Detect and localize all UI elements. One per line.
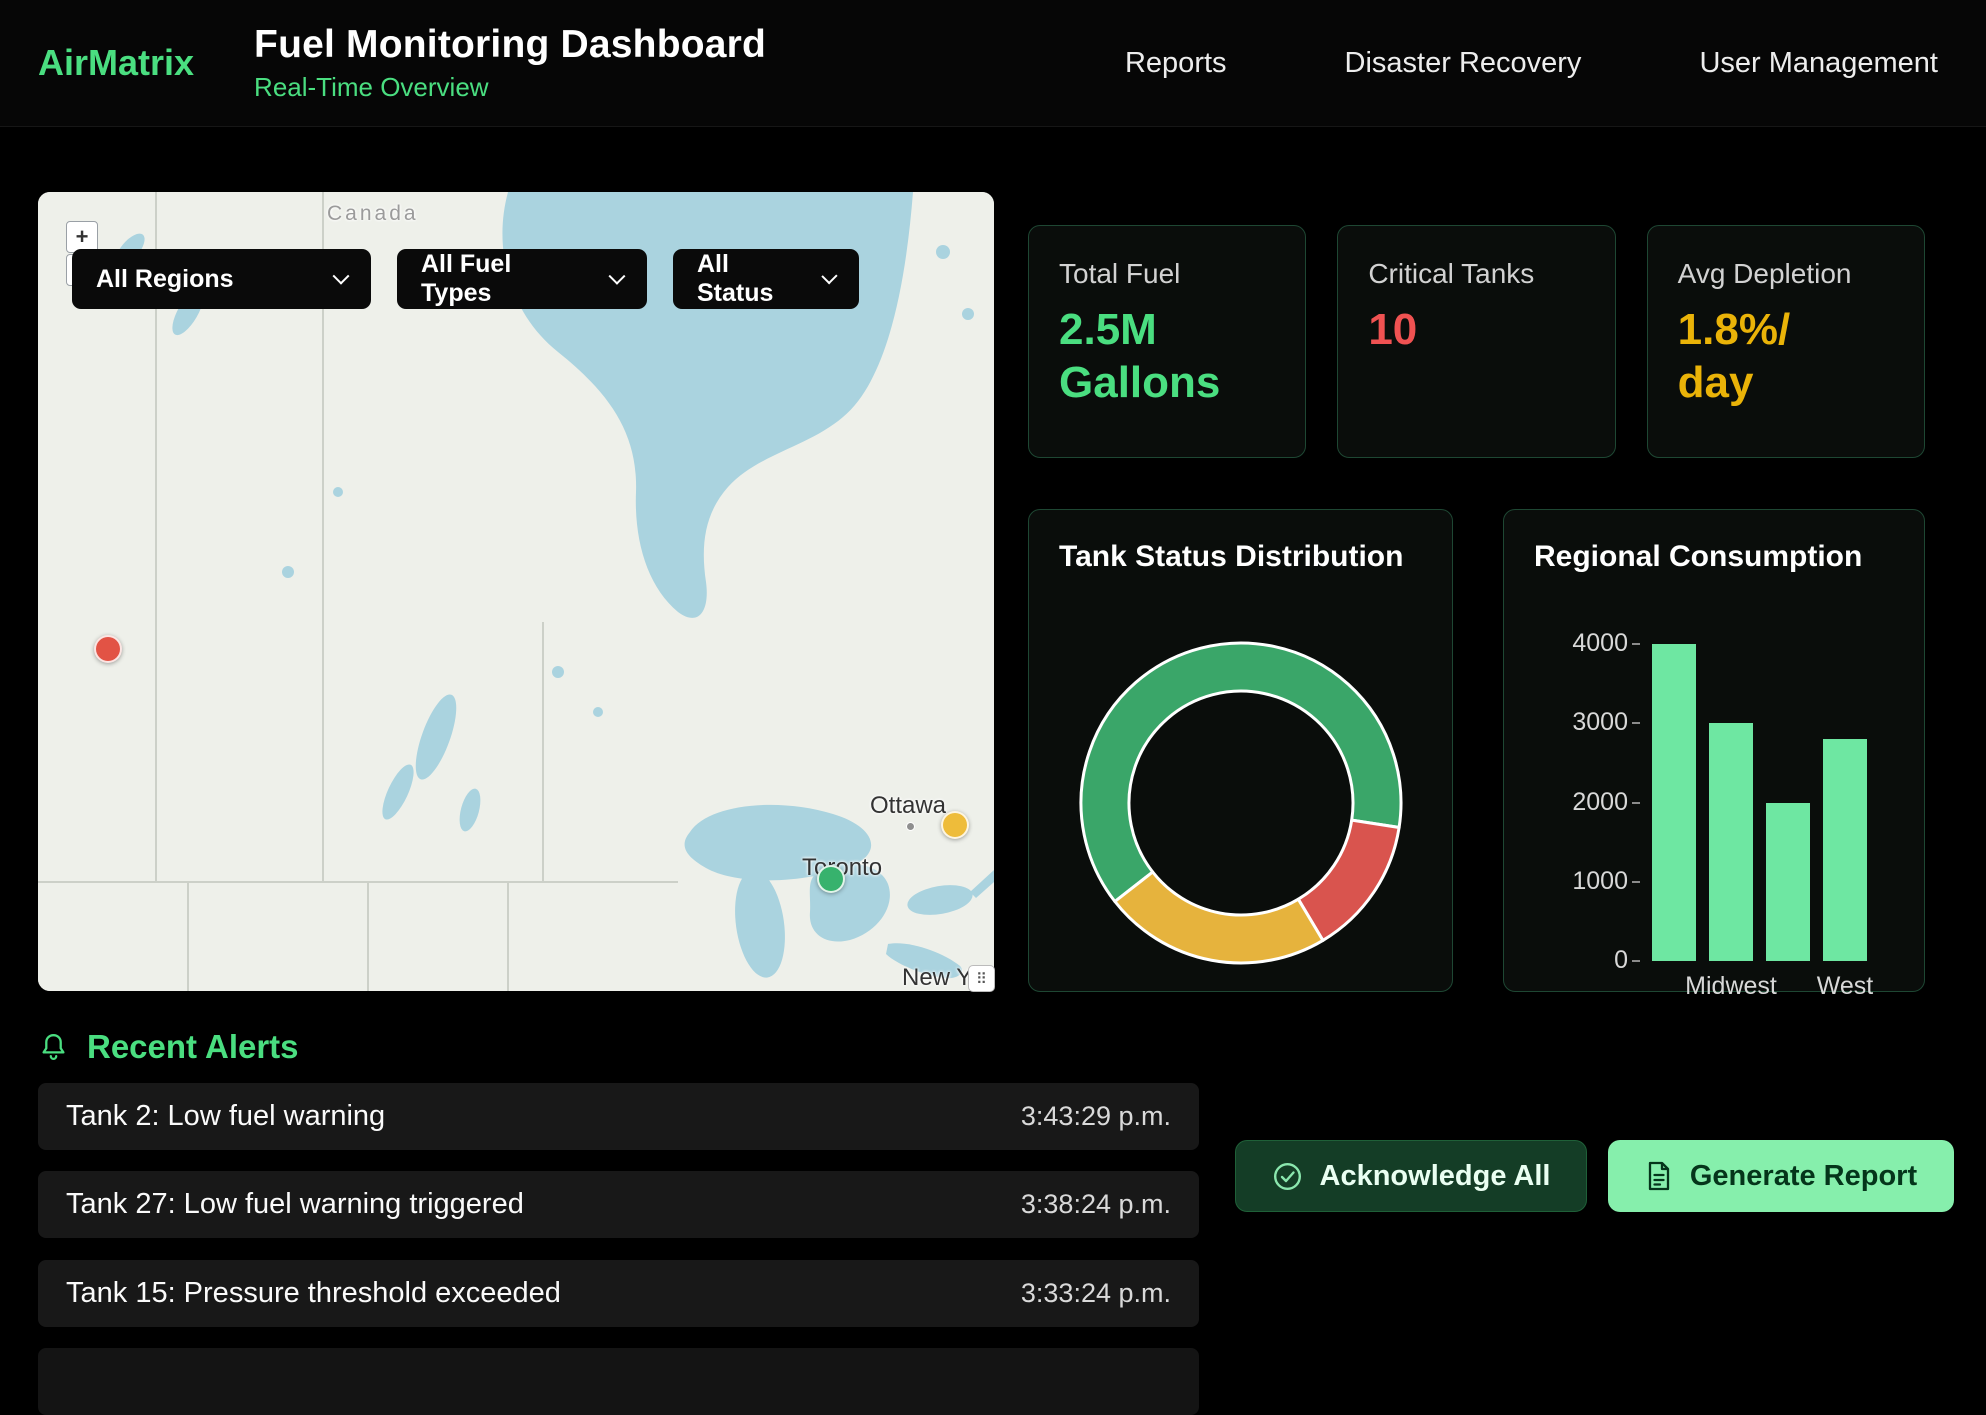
generate-report-label: Generate Report bbox=[1690, 1160, 1917, 1193]
resize-grip-icon[interactable]: ⠿ bbox=[968, 965, 995, 992]
title-block: Fuel Monitoring Dashboard Real-Time Over… bbox=[254, 23, 766, 103]
map-label-canada: Canada bbox=[327, 202, 419, 226]
document-icon bbox=[1645, 1160, 1673, 1192]
map-marker-normal[interactable] bbox=[817, 865, 845, 893]
y-axis-tick-mark bbox=[1632, 802, 1640, 804]
page-subtitle: Real-Time Overview bbox=[254, 72, 766, 103]
brand-logo[interactable]: AirMatrix bbox=[38, 42, 194, 84]
alert-time: 3:38:24 p.m. bbox=[1021, 1189, 1171, 1220]
map-filter-row: All Regions All Fuel Types All Status bbox=[72, 249, 859, 309]
stat-value: 2.5M Gallons bbox=[1059, 304, 1275, 410]
y-axis-tick-label: 4000 bbox=[1538, 629, 1628, 658]
y-axis-tick-mark bbox=[1632, 643, 1640, 645]
donut-segment-warning bbox=[1114, 872, 1322, 963]
stats-row: Total Fuel 2.5M Gallons Critical Tanks 1… bbox=[1028, 225, 1925, 458]
bar-region-0 bbox=[1652, 644, 1696, 961]
regional-consumption-bar-chart: 01000200030004000MidwestWest bbox=[1644, 644, 1885, 961]
map-label-ottawa: Ottawa bbox=[870, 792, 946, 820]
x-axis-category-label: West bbox=[1817, 972, 1874, 1001]
app-header: AirMatrix Fuel Monitoring Dashboard Real… bbox=[0, 0, 1986, 127]
tank-status-donut-chart bbox=[1066, 628, 1416, 978]
y-axis-tick-label: 2000 bbox=[1538, 788, 1628, 817]
stat-value: 1.8%/ day bbox=[1678, 304, 1894, 410]
stat-card-total-fuel: Total Fuel 2.5M Gallons bbox=[1028, 225, 1306, 458]
regions-filter-label: All Regions bbox=[96, 265, 234, 294]
main-nav: Reports Disaster Recovery User Managemen… bbox=[1125, 47, 1938, 80]
map-panel: + − All Regions All Fuel Types All Statu… bbox=[38, 192, 994, 991]
generate-report-button[interactable]: Generate Report bbox=[1608, 1140, 1954, 1212]
bar-region-2 bbox=[1766, 803, 1810, 962]
stat-card-critical-tanks: Critical Tanks 10 bbox=[1337, 225, 1615, 458]
y-axis-tick-mark bbox=[1632, 881, 1640, 883]
recent-alerts-title: Recent Alerts bbox=[87, 1028, 299, 1066]
map-marker-critical[interactable] bbox=[94, 635, 122, 663]
chevron-down-icon bbox=[822, 268, 838, 284]
tank-status-card: Tank Status Distribution bbox=[1028, 509, 1453, 992]
chevron-down-icon bbox=[333, 268, 350, 285]
regional-consumption-card: Regional Consumption 01000200030004000Mi… bbox=[1503, 509, 1925, 992]
stat-label: Total Fuel bbox=[1059, 258, 1275, 290]
y-axis-tick-mark bbox=[1632, 722, 1640, 724]
stat-card-avg-depletion: Avg Depletion 1.8%/ day bbox=[1647, 225, 1925, 458]
stat-value: 10 bbox=[1368, 304, 1584, 357]
status-filter-label: All Status bbox=[697, 250, 798, 308]
map-marker-warning[interactable] bbox=[941, 811, 969, 839]
bell-icon bbox=[40, 1032, 67, 1062]
y-axis-tick-mark bbox=[1632, 960, 1640, 962]
y-axis-tick-label: 3000 bbox=[1538, 708, 1628, 737]
alert-row-partial[interactable] bbox=[38, 1348, 1199, 1415]
bar-region-3 bbox=[1823, 739, 1867, 961]
alert-message: Tank 15: Pressure threshold exceeded bbox=[66, 1277, 561, 1310]
nav-reports[interactable]: Reports bbox=[1125, 47, 1227, 80]
alert-time: 3:43:29 p.m. bbox=[1021, 1101, 1171, 1132]
stat-label: Critical Tanks bbox=[1368, 258, 1584, 290]
x-axis-category-label: Midwest bbox=[1685, 972, 1777, 1001]
acknowledge-all-label: Acknowledge All bbox=[1320, 1160, 1551, 1193]
alert-row[interactable]: Tank 2: Low fuel warning 3:43:29 p.m. bbox=[38, 1083, 1199, 1150]
fuel-types-filter-dropdown[interactable]: All Fuel Types bbox=[397, 249, 647, 309]
bar-region-1 bbox=[1709, 723, 1753, 961]
regional-consumption-title: Regional Consumption bbox=[1534, 540, 1894, 574]
recent-alerts-header: Recent Alerts bbox=[40, 1028, 299, 1066]
check-circle-icon bbox=[1272, 1161, 1303, 1192]
chevron-down-icon bbox=[609, 268, 626, 285]
acknowledge-all-button[interactable]: Acknowledge All bbox=[1235, 1140, 1587, 1212]
ottawa-city-dot bbox=[906, 822, 915, 831]
nav-user-management[interactable]: User Management bbox=[1699, 47, 1938, 80]
fuel-types-filter-label: All Fuel Types bbox=[421, 250, 585, 308]
y-axis-tick-label: 1000 bbox=[1538, 867, 1628, 896]
tank-status-title: Tank Status Distribution bbox=[1059, 540, 1422, 574]
nav-disaster-recovery[interactable]: Disaster Recovery bbox=[1345, 47, 1582, 80]
alert-row[interactable]: Tank 27: Low fuel warning triggered 3:38… bbox=[38, 1171, 1199, 1238]
page-title: Fuel Monitoring Dashboard bbox=[254, 23, 766, 67]
alert-message: Tank 2: Low fuel warning bbox=[66, 1100, 385, 1133]
alert-time: 3:33:24 p.m. bbox=[1021, 1278, 1171, 1309]
regions-filter-dropdown[interactable]: All Regions bbox=[72, 249, 371, 309]
stat-label: Avg Depletion bbox=[1678, 258, 1894, 290]
alert-message: Tank 27: Low fuel warning triggered bbox=[66, 1188, 524, 1221]
status-filter-dropdown[interactable]: All Status bbox=[673, 249, 859, 309]
y-axis-tick-label: 0 bbox=[1538, 946, 1628, 975]
alert-row[interactable]: Tank 15: Pressure threshold exceeded 3:3… bbox=[38, 1260, 1199, 1327]
